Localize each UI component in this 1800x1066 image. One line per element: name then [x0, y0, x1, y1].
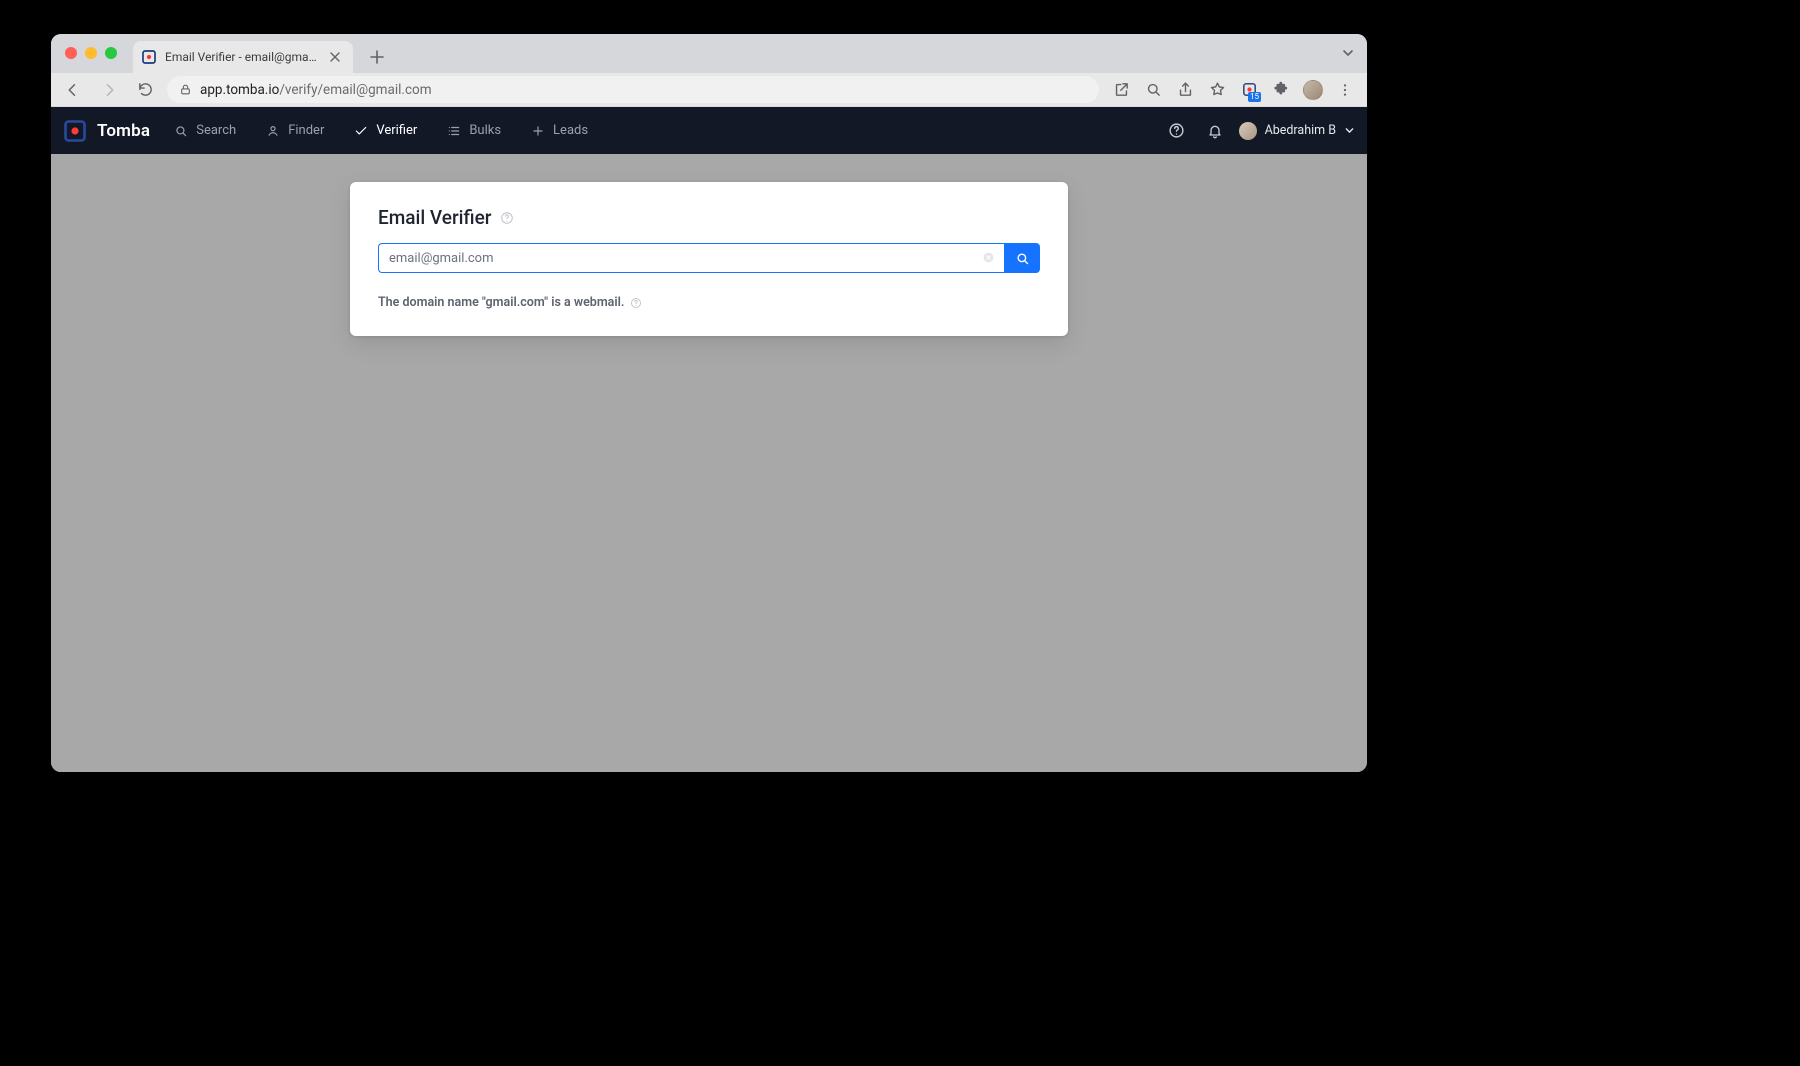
- nav-item-verifier[interactable]: Verifier: [342, 107, 429, 154]
- page-content: Tomba Search Finder Verifier Bulks Leads: [51, 107, 1367, 772]
- browser-tab[interactable]: Email Verifier - email@gmail.com: [133, 41, 353, 73]
- browser-tabbar: Email Verifier - email@gmail.com: [51, 34, 1367, 73]
- extension-tomba-icon[interactable]: 15: [1235, 76, 1263, 104]
- email-input[interactable]: [378, 243, 1004, 273]
- verify-button[interactable]: [1004, 243, 1040, 273]
- user-avatar: [1239, 122, 1257, 140]
- brand[interactable]: Tomba: [63, 119, 150, 143]
- brand-logo-icon: [63, 119, 87, 143]
- url-domain: app.tomba.io: [200, 82, 279, 98]
- nav-reload-button[interactable]: [131, 76, 159, 104]
- tab-list-dropdown[interactable]: [1341, 46, 1355, 60]
- bell-icon[interactable]: [1201, 117, 1229, 145]
- browser-toolbar: app.tomba.io/verify/email@gmail.com 15: [51, 73, 1367, 107]
- person-icon: [266, 124, 280, 138]
- verifier-panel: Email Verifier: [350, 182, 1068, 336]
- brand-name: Tomba: [97, 121, 150, 141]
- nav-item-label: Verifier: [376, 123, 417, 138]
- lock-icon: [179, 83, 192, 96]
- nav-item-label: Bulks: [469, 123, 501, 138]
- browser-menu-icon[interactable]: [1331, 76, 1359, 104]
- result-row: The domain name "gmail.com" is a webmail…: [378, 295, 1040, 310]
- window-maximize-button[interactable]: [105, 47, 117, 59]
- search-row: [378, 243, 1040, 273]
- heading-help-icon[interactable]: [500, 211, 514, 225]
- nav-back-button[interactable]: [59, 76, 87, 104]
- chevron-down-icon: [1344, 125, 1355, 136]
- tab-title: Email Verifier - email@gmail.com: [165, 50, 319, 64]
- help-icon[interactable]: [1163, 117, 1191, 145]
- panel-heading: Email Verifier: [378, 206, 492, 229]
- profile-avatar[interactable]: [1299, 76, 1327, 104]
- find-in-page-icon[interactable]: [1139, 76, 1167, 104]
- address-bar[interactable]: app.tomba.io/verify/email@gmail.com: [167, 76, 1099, 103]
- panel-heading-row: Email Verifier: [378, 206, 1040, 229]
- nav-forward-button[interactable]: [95, 76, 123, 104]
- url-path: /verify/email@gmail.com: [279, 82, 431, 98]
- extensions-puzzle-icon[interactable]: [1267, 76, 1295, 104]
- main-area: Email Verifier: [51, 154, 1367, 336]
- user-menu[interactable]: Abedrahim B: [1239, 122, 1355, 140]
- extension-badge-count: 15: [1248, 92, 1261, 102]
- nav-item-bulks[interactable]: Bulks: [435, 107, 513, 154]
- browser-window: Email Verifier - email@gmail.com a: [51, 34, 1367, 772]
- check-icon: [354, 124, 368, 138]
- open-in-new-icon[interactable]: [1107, 76, 1135, 104]
- nav-item-label: Search: [196, 123, 236, 138]
- list-icon: [447, 124, 461, 138]
- toolbar-actions: 15: [1107, 76, 1359, 104]
- window-close-button[interactable]: [65, 47, 77, 59]
- window-minimize-button[interactable]: [85, 47, 97, 59]
- tab-close-button[interactable]: [327, 49, 343, 65]
- result-help-icon[interactable]: [630, 297, 642, 309]
- window-controls: [65, 47, 117, 59]
- email-input-wrap: [378, 243, 1004, 273]
- app-navbar: Tomba Search Finder Verifier Bulks Leads: [51, 107, 1367, 154]
- nav-item-finder[interactable]: Finder: [254, 107, 336, 154]
- plus-icon: [531, 124, 545, 138]
- search-icon: [174, 124, 188, 138]
- nav-item-search[interactable]: Search: [162, 107, 248, 154]
- url-text: app.tomba.io/verify/email@gmail.com: [200, 82, 432, 98]
- tab-favicon: [141, 49, 157, 65]
- share-icon[interactable]: [1171, 76, 1199, 104]
- search-icon: [1015, 251, 1030, 266]
- nav-item-leads[interactable]: Leads: [519, 107, 600, 154]
- user-name: Abedrahim B: [1265, 123, 1336, 138]
- clear-input-icon[interactable]: [982, 251, 996, 265]
- nav-item-label: Finder: [288, 123, 324, 138]
- bookmark-star-icon[interactable]: [1203, 76, 1231, 104]
- new-tab-button[interactable]: [363, 43, 391, 71]
- result-text: The domain name "gmail.com" is a webmail…: [378, 295, 624, 310]
- nav-item-label: Leads: [553, 123, 588, 138]
- nav-right: Abedrahim B: [1163, 117, 1355, 145]
